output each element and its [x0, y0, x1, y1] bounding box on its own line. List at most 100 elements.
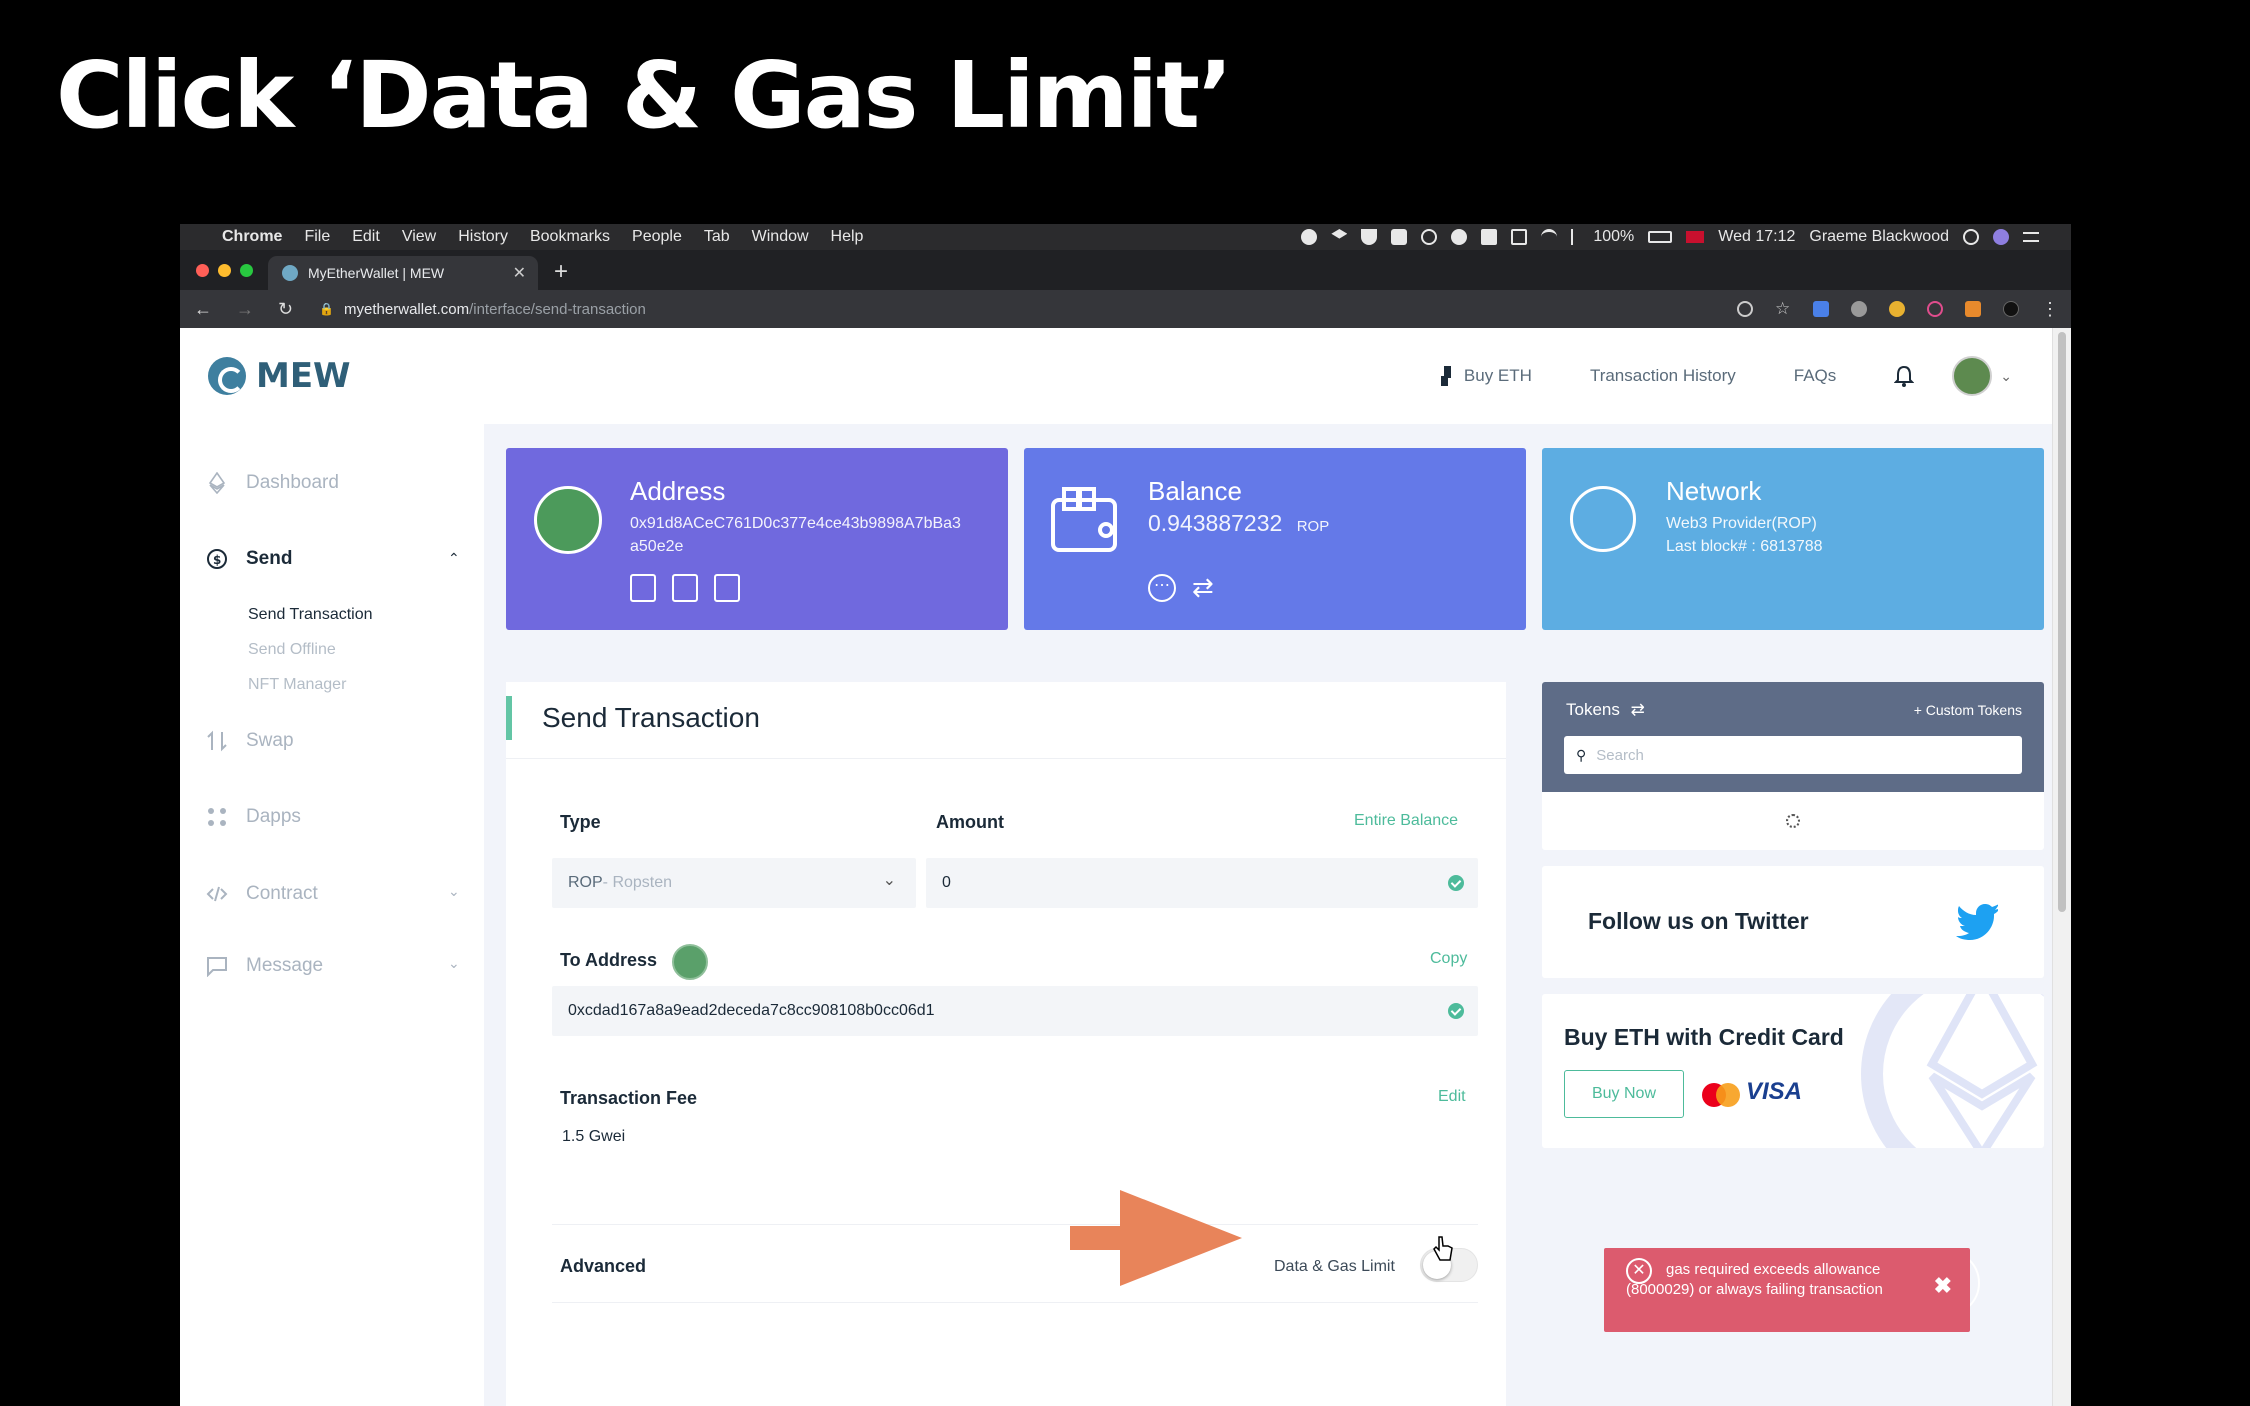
sidebar-item-message[interactable]: Message	[206, 955, 323, 977]
drive-icon[interactable]	[1481, 229, 1498, 245]
lock-icon[interactable]: 🔒	[319, 302, 334, 316]
to-address-identicon	[672, 944, 708, 980]
sidebar-subitem-nft-manager[interactable]: NFT Manager	[248, 676, 346, 694]
address-bar[interactable]: 🔒 myetherwallet.com/interface/send-trans…	[319, 301, 646, 318]
copy-icon[interactable]	[714, 574, 740, 602]
dropbox-icon[interactable]	[1331, 229, 1348, 239]
profile-icon[interactable]	[2003, 301, 2019, 317]
more-icon[interactable]: ⋯	[1148, 574, 1176, 602]
top-nav: MEW Buy ETH Transaction History FAQs ⌄	[180, 328, 2052, 424]
new-tab-icon[interactable]: +	[554, 258, 568, 286]
chevron-down-icon[interactable]: ⌄	[2000, 368, 2012, 385]
tokens-title: Tokens ⇄	[1566, 700, 1645, 720]
menu-file[interactable]: File	[304, 228, 330, 246]
menu-edit[interactable]: Edit	[352, 228, 380, 246]
to-address-input[interactable]: 0xcdad167a8a9ead2deceda7c8cc908108b0cc06…	[552, 986, 1478, 1036]
custom-tokens-link[interactable]: + Custom Tokens	[1914, 702, 2022, 718]
edit-fee-link[interactable]: Edit	[1438, 1088, 1466, 1106]
transaction-history-link[interactable]: Transaction History	[1590, 366, 1736, 386]
chevron-up-icon[interactable]: ⌃	[448, 550, 460, 567]
token-search-input[interactable]: ⚲ Search	[1564, 736, 2022, 774]
refresh-tokens-icon[interactable]: ⇄	[1631, 700, 1645, 719]
maximize-window-icon[interactable]	[240, 264, 253, 277]
wifi-icon[interactable]	[1541, 229, 1558, 245]
one-password-icon[interactable]	[1421, 229, 1438, 245]
amount-input[interactable]: 0	[926, 858, 1478, 908]
entire-balance-link[interactable]: Entire Balance	[1354, 812, 1458, 830]
logo-text: MEW	[256, 356, 351, 396]
notification-center-icon[interactable]	[2023, 232, 2039, 242]
menu-help[interactable]: Help	[831, 228, 864, 246]
chrome-menu-icon[interactable]: ⋮	[2041, 300, 2059, 318]
menu-view[interactable]: View	[402, 228, 436, 246]
menu-history[interactable]: History	[458, 228, 508, 246]
faqs-link[interactable]: FAQs	[1794, 366, 1837, 386]
address-value[interactable]: 0x91d8ACeC761D0c377e4ce43b9898A7bBa3 a50…	[630, 512, 961, 558]
notification-icon[interactable]	[1391, 229, 1408, 245]
chevron-down-icon[interactable]: ⌄	[448, 955, 460, 972]
sidebar-subitem-send-transaction[interactable]: Send Transaction	[248, 606, 373, 624]
airplay-icon[interactable]	[1511, 229, 1528, 245]
menu-tab[interactable]: Tab	[704, 228, 730, 246]
url-host: myetherwallet.com	[344, 300, 470, 318]
advanced-top-divider	[552, 1224, 1478, 1225]
sidebar-item-send[interactable]: $ Send	[206, 548, 292, 570]
bell-icon[interactable]	[1893, 365, 1915, 387]
tokens-title-text: Tokens	[1566, 700, 1620, 719]
copy-link[interactable]: Copy	[1430, 950, 1467, 968]
ethereum-watermark-icon	[1861, 994, 2044, 1148]
user-avatar[interactable]	[1952, 356, 1993, 396]
menu-app[interactable]: Chrome	[222, 228, 282, 246]
mew-logo-icon	[208, 357, 246, 395]
menu-window[interactable]: Window	[752, 228, 809, 246]
data-gas-limit-label: Data & Gas Limit	[1274, 1258, 1395, 1275]
sidebar-item-dapps[interactable]: Dapps	[206, 806, 301, 828]
spotlight-icon[interactable]	[1963, 229, 1979, 245]
bluetooth-icon[interactable]	[1571, 229, 1579, 245]
forward-icon[interactable]: →	[236, 299, 254, 320]
battery-icon[interactable]	[1648, 231, 1673, 243]
mastercard-icon	[1702, 1083, 1740, 1107]
cloud-icon[interactable]	[1451, 229, 1468, 245]
buy-eth-link[interactable]: Buy ETH	[1440, 366, 1532, 386]
browser-tab[interactable]: MyEtherWallet | MEW ✕	[268, 256, 538, 290]
visa-logo: VISA	[1746, 1078, 1803, 1105]
bookmark-star-icon[interactable]: ☆	[1775, 300, 1791, 317]
mew-logo[interactable]: MEW	[208, 356, 351, 396]
back-icon[interactable]: ←	[194, 299, 212, 320]
type-select[interactable]: ROP - Ropsten ⌄	[552, 858, 916, 908]
e-extension-icon[interactable]	[1927, 301, 1943, 317]
sidebar-subitem-send-offline[interactable]: Send Offline	[248, 641, 336, 659]
flag-uk-icon[interactable]	[1686, 231, 1705, 243]
sidebar-item-swap[interactable]: Swap	[206, 730, 294, 752]
menu-bookmarks[interactable]: Bookmarks	[530, 228, 610, 246]
chevron-down-icon: ⌄	[882, 872, 896, 889]
close-toast-icon[interactable]: ✖	[1934, 1275, 1952, 1297]
print-icon[interactable]	[672, 574, 698, 602]
metamask-extension-icon[interactable]	[1965, 301, 1981, 317]
close-window-icon[interactable]	[196, 264, 209, 277]
datetime[interactable]: Wed 17:12	[1718, 228, 1795, 246]
settings-extension-icon[interactable]	[1851, 301, 1867, 317]
translate-extension-icon[interactable]	[1813, 301, 1829, 317]
menu-people[interactable]: People	[632, 228, 682, 246]
reload-icon[interactable]: ↻	[278, 299, 293, 320]
color-extension-icon[interactable]	[1889, 301, 1905, 317]
sidebar-item-contract[interactable]: Contract	[206, 883, 318, 905]
chevron-down-icon[interactable]: ⌄	[448, 883, 460, 900]
network-icon	[1570, 486, 1636, 552]
buy-now-button[interactable]: Buy Now	[1564, 1070, 1684, 1118]
shield-icon[interactable]	[1361, 229, 1378, 245]
install-icon[interactable]	[1737, 301, 1753, 317]
siri-icon[interactable]	[1993, 229, 2009, 245]
close-tab-icon[interactable]: ✕	[513, 263, 526, 283]
minimize-window-icon[interactable]	[218, 264, 231, 277]
scrollbar-thumb[interactable]	[2058, 332, 2066, 912]
user-name[interactable]: Graeme Blackwood	[1809, 228, 1949, 246]
sidebar-item-dashboard[interactable]: Dashboard	[206, 472, 339, 494]
record-icon[interactable]	[1301, 229, 1318, 245]
refresh-swap-icon[interactable]: ⇄	[1192, 574, 1214, 602]
qr-code-icon[interactable]	[630, 574, 656, 602]
page-scrollbar[interactable]	[2052, 328, 2071, 1406]
twitter-card[interactable]: Follow us on Twitter	[1542, 866, 2044, 978]
